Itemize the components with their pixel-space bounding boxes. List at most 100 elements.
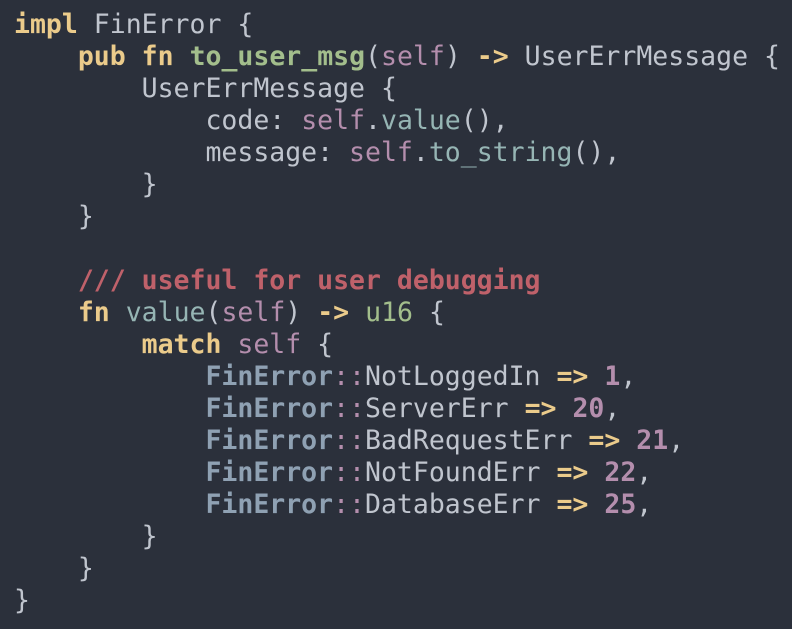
code-token: self: [301, 105, 366, 136]
code-line: pub fn to_user_msg(self) -> UserErrMessa…: [14, 41, 792, 73]
code-token: {: [301, 329, 334, 360]
code-token: =>: [556, 361, 589, 392]
code-token: =>: [524, 393, 557, 424]
code-line: /// useful for user debugging: [14, 265, 792, 297]
code-line: FinError::BadRequestErr => 21,: [14, 425, 792, 457]
code-token: self: [221, 297, 286, 328]
code-token: =>: [588, 425, 621, 456]
code-line: message: self.to_string(),: [14, 137, 792, 169]
code-token: }: [14, 169, 158, 200]
code-line: UserErrMessage {: [14, 73, 792, 105]
code-token: value: [125, 297, 206, 328]
code-token: }: [14, 201, 94, 232]
code-token: NotFoundErr: [365, 457, 557, 488]
code-token: ::: [333, 489, 366, 520]
code-line: }: [14, 521, 792, 553]
code-token: ->: [317, 297, 350, 328]
code-token: fn: [77, 297, 110, 328]
code-token: }: [14, 585, 30, 616]
code-token: value: [380, 105, 461, 136]
code-line: FinError::ServerErr => 20,: [14, 393, 792, 425]
code-token: match: [141, 329, 222, 360]
code-token: FinError {: [77, 9, 254, 40]
code-token: (),: [572, 137, 621, 168]
code-token: to_user_msg: [189, 41, 366, 72]
code-line: FinError::NotLoggedIn => 1,: [14, 361, 792, 393]
code-token: NotLoggedIn: [365, 361, 557, 392]
code-token: 22: [604, 457, 637, 488]
code-token: self: [349, 137, 413, 168]
code-line: FinError::NotFoundErr => 22,: [14, 457, 792, 489]
code-line: }: [14, 585, 792, 617]
code-token: message:: [14, 137, 350, 168]
code-token: 21: [636, 425, 669, 456]
code-line: }: [14, 553, 792, 585]
code-line: match self {: [14, 329, 792, 361]
code-token: self: [237, 329, 302, 360]
code-token: fn: [141, 41, 174, 72]
code-token: DatabaseErr: [365, 489, 557, 520]
code-token: ,: [604, 393, 621, 424]
code-line: }: [14, 169, 792, 201]
code-token: }: [14, 521, 158, 552]
code-token: u16: [365, 297, 413, 328]
code-token: ::: [333, 457, 366, 488]
code-token: code:: [14, 105, 302, 136]
code-token: ::: [333, 361, 366, 392]
code-token: (: [365, 41, 382, 72]
code-token: ,: [636, 457, 653, 488]
code-token: /// useful for user debugging: [77, 265, 541, 296]
code-token: FinError: [205, 489, 334, 520]
code-token: ::: [333, 393, 366, 424]
code-token: =>: [556, 489, 589, 520]
code-line: FinError::DatabaseErr => 25,: [14, 489, 792, 521]
code-token: ServerErr: [365, 393, 525, 424]
code-token: impl: [14, 9, 78, 40]
code-token: self: [381, 41, 445, 72]
code-token: }: [14, 553, 94, 584]
code-token: ): [444, 41, 477, 72]
code-token: (),: [460, 105, 509, 136]
code-token: ->: [476, 41, 509, 72]
code-line: code: self.value(),: [14, 105, 792, 137]
code-token: UserErrMessage {: [14, 73, 397, 104]
code-token: =>: [556, 457, 589, 488]
code-token: 25: [604, 489, 637, 520]
code-token: FinError: [205, 393, 334, 424]
code-token: FinError: [205, 361, 334, 392]
code-token: ,: [620, 361, 637, 392]
code-token: ::: [333, 425, 366, 456]
code-token: {: [412, 297, 445, 328]
code-token: (: [205, 297, 222, 328]
code-token: FinError: [205, 425, 334, 456]
code-token: pub: [77, 41, 126, 72]
code-token: FinError: [205, 457, 334, 488]
code-token: to_string: [428, 137, 573, 168]
code-token: UserErrMessage {: [508, 41, 780, 72]
code-token: ,: [636, 489, 653, 520]
code-token: ): [285, 297, 318, 328]
code-editor[interactable]: impl FinError { pub fn to_user_msg(self)…: [0, 0, 792, 629]
code-line: fn value(self) -> u16 {: [14, 297, 792, 329]
code-token: BadRequestErr: [365, 425, 589, 456]
code-line: impl FinError {: [14, 9, 792, 41]
code-token: 1: [604, 361, 621, 392]
